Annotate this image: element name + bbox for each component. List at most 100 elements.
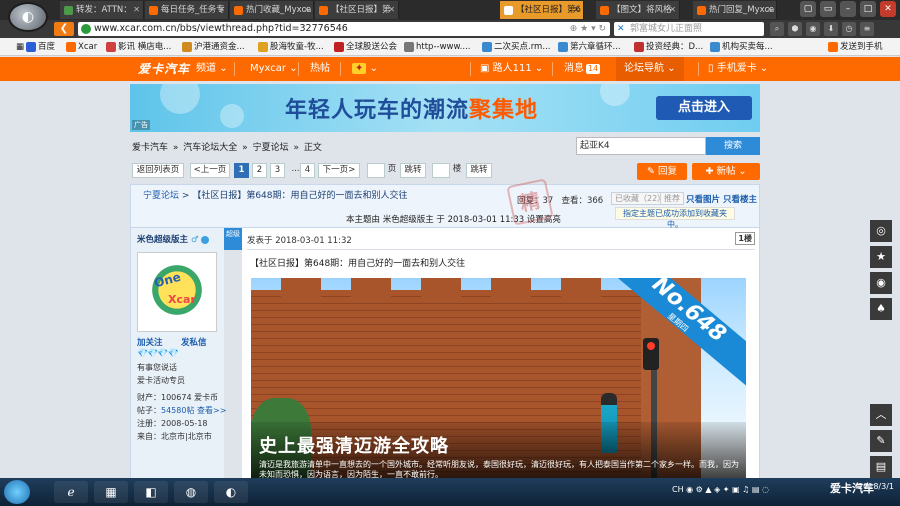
tab-3[interactable]: 热门收藏_Myxca ✕ xyxy=(230,1,314,19)
bookmark-item[interactable]: 二次买点.rm... xyxy=(482,38,550,56)
scroll-top-icon[interactable]: ︿ xyxy=(870,404,892,426)
breadcrumb-home[interactable]: 爱卡汽车 xyxy=(132,143,168,153)
browser-search-input[interactable]: ✕ 郭富城女儿正面照 xyxy=(614,22,764,36)
back-button[interactable]: ❮ xyxy=(54,22,74,36)
tab-5-active[interactable]: 【社区日报】第6 ✕ xyxy=(500,1,584,19)
close-icon[interactable]: ✕ xyxy=(766,1,773,19)
view-posts-link[interactable]: 查看>> xyxy=(197,406,226,415)
feedback-icon[interactable]: ▤ xyxy=(870,456,892,478)
nav-special-icon[interactable]: ✦ ⌄ xyxy=(352,57,378,81)
forum-link[interactable]: 宁夏论坛 xyxy=(143,191,179,201)
floor-jump-input[interactable] xyxy=(432,163,450,178)
bookmark-item[interactable]: 全球股送公会 xyxy=(334,38,397,56)
nav-channel[interactable]: 频道 ⌄ xyxy=(196,57,228,81)
address-bar[interactable]: www.xcar.com.cn/bbs/viewthread.php?tid=3… xyxy=(78,22,610,36)
firefox-icon[interactable]: ◍ xyxy=(174,481,208,503)
post-body: 发表于 2018-03-01 11:32 1楼 【社区日报】第648期：用自己好… xyxy=(242,228,760,478)
post-hero-image[interactable]: No.648 星期四 史上最强清迈游全攻略 清迈是我旅游清单中一直想去的一个国外… xyxy=(251,278,746,478)
hero-title: 史上最强清迈游全攻略 xyxy=(259,436,449,457)
page-1[interactable]: 1 xyxy=(234,163,249,178)
recommend-button[interactable]: 推荐 xyxy=(660,192,684,205)
page-jump-button[interactable]: 跳转 xyxy=(400,163,426,178)
plus-icon: ✚ xyxy=(705,166,714,177)
author-name[interactable]: 米色超级版主 ♂ xyxy=(137,233,209,245)
shield-icon[interactable]: ◉ xyxy=(806,22,820,36)
explorer-icon[interactable]: ▦ xyxy=(94,481,128,503)
forum-search-button[interactable]: 搜索 xyxy=(706,137,760,155)
favorite-star-icon[interactable]: ★ xyxy=(870,246,892,268)
nav-user[interactable]: ▣ 路人111 ⌄ xyxy=(480,57,543,81)
close-icon[interactable]: ✕ xyxy=(669,1,676,19)
only-author-link[interactable]: 只看楼主 xyxy=(723,195,757,205)
restore-icon[interactable]: ▭ xyxy=(820,1,836,17)
next-page-button[interactable]: 下一页> xyxy=(318,163,360,178)
bookmark-item[interactable]: 投资经典：D... xyxy=(634,38,703,56)
tab-2[interactable]: 每日任务_任务专 ✕ xyxy=(145,1,229,19)
weibo-icon[interactable]: ◉ xyxy=(870,272,892,294)
bookmark-item[interactable]: http--www.... xyxy=(404,38,470,56)
reply-button[interactable]: ✎ 回复 xyxy=(637,163,687,180)
ie-icon[interactable]: ℯ xyxy=(54,481,88,503)
page-4[interactable]: 4 xyxy=(300,163,315,178)
bookmark-item[interactable]: Xcar xyxy=(66,38,97,56)
page-jump-input[interactable] xyxy=(367,163,385,178)
edit-icon[interactable]: ✎ xyxy=(870,430,892,452)
follow-button[interactable]: 加关注 xyxy=(137,336,163,348)
maximize-icon[interactable]: □ xyxy=(860,1,876,17)
back-to-list-button[interactable]: 返回列表页 xyxy=(132,163,184,178)
bookmark-item[interactable]: 沪港通资金... xyxy=(182,38,245,56)
tab-6[interactable]: 【图文】将风格 ✕ xyxy=(596,1,680,19)
nav-messages[interactable]: 消息 14 xyxy=(564,57,601,81)
tab-1[interactable]: 转发：ATTN： ✕ xyxy=(60,1,144,19)
page-2[interactable]: 2 xyxy=(252,163,267,178)
new-post-button[interactable]: ✚ 新帖 ⌄ xyxy=(692,163,760,180)
search-icon[interactable]: ⌕ xyxy=(770,22,784,36)
system-tray[interactable]: CH ◉ ⚙ ▲ ◈ ✦ ▣ ♫ ▤ ◌ xyxy=(672,485,769,494)
nav-hot[interactable]: 热帖 xyxy=(310,57,330,81)
bookmark-item[interactable]: 百度 xyxy=(26,38,55,56)
floor-jump-button[interactable]: 跳转 xyxy=(466,163,492,178)
private-message-button[interactable]: 发私信 xyxy=(181,336,207,348)
avatar[interactable]: One Xcar xyxy=(137,252,217,332)
forum-search-input[interactable]: 起亚K4 xyxy=(576,137,706,155)
nav-myxcar[interactable]: Myxcar ⌄ xyxy=(250,57,298,81)
close-icon[interactable]: ✕ xyxy=(218,1,225,19)
page-3[interactable]: 3 xyxy=(270,163,285,178)
xcar-logo[interactable]: 爱卡汽车 xyxy=(138,60,190,77)
new-tab-icon[interactable]: ▢ xyxy=(800,1,816,17)
close-icon[interactable]: ✕ xyxy=(388,1,395,19)
start-button[interactable] xyxy=(4,480,30,504)
only-images-link[interactable]: 只看图片 xyxy=(686,195,720,205)
close-icon[interactable]: ✕ xyxy=(573,1,580,19)
nav-mobile[interactable]: ▯ 手机爱卡 ⌄ xyxy=(708,57,768,81)
wechat-icon[interactable]: ◎ xyxy=(870,220,892,242)
close-icon[interactable]: ✕ xyxy=(133,1,140,19)
breadcrumb-forums[interactable]: 汽车论坛大全 xyxy=(183,143,237,153)
floor-number[interactable]: 1楼 xyxy=(735,232,755,245)
download-icon[interactable]: ⬇ xyxy=(824,22,838,36)
browser-logo-icon[interactable]: ◐ xyxy=(8,2,48,32)
breadcrumb-ningxia[interactable]: 宁夏论坛 xyxy=(253,143,289,153)
close-icon[interactable]: ✕ xyxy=(303,1,310,19)
send-to-phone-button[interactable]: 发送到手机 xyxy=(828,38,883,56)
minimize-icon[interactable]: – xyxy=(840,1,856,17)
bookmark-item[interactable]: 第六章循环... xyxy=(558,38,621,56)
window-close-icon[interactable]: ✕ xyxy=(880,1,896,17)
history-icon[interactable]: ◷ xyxy=(842,22,856,36)
app-icon[interactable]: ◧ xyxy=(134,481,168,503)
browser-icon[interactable]: ◐ xyxy=(214,481,248,503)
qq-icon[interactable]: ♠ xyxy=(870,298,892,320)
bookmark-item[interactable]: 股海牧童-牧... xyxy=(258,38,324,56)
bookmark-item[interactable]: 影讯 横店电... xyxy=(106,38,171,56)
menu-icon[interactable]: ≡ xyxy=(860,22,874,36)
apps-grid-icon[interactable]: ▦ xyxy=(4,38,24,56)
bookmark-item[interactable]: 机构买卖每... xyxy=(710,38,773,56)
ad-banner[interactable]: 年轻人玩车的潮流聚集地 点击进入 广告 xyxy=(130,84,760,132)
banner-enter-button[interactable]: 点击进入 xyxy=(656,96,752,120)
tab-7[interactable]: 热门回复_Myxca ✕ xyxy=(693,1,777,19)
prev-page-button[interactable]: <上一页 xyxy=(190,163,230,178)
nav-forum-nav[interactable]: 论坛导航 ⌄ xyxy=(616,57,684,81)
address-bar-icons[interactable]: ⊕ ★ ▾ ↻ xyxy=(570,22,606,36)
tab-4[interactable]: 【社区日报】第 ✕ xyxy=(315,1,399,19)
extension-icon[interactable]: ⬢ xyxy=(788,22,802,36)
